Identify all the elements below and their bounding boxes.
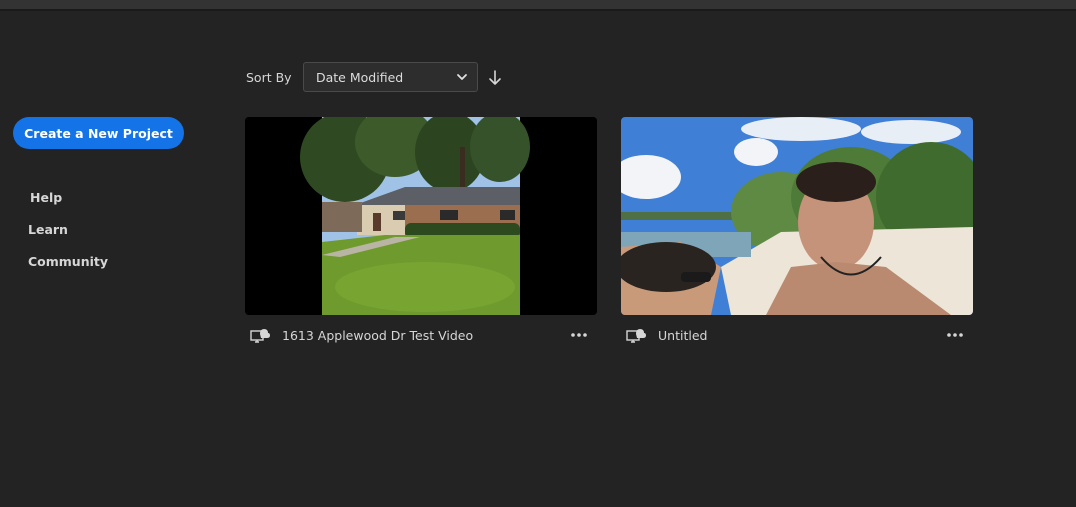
sort-direction-arrow-icon[interactable] [486, 68, 504, 88]
sidebar-item-help[interactable]: Help [30, 188, 108, 220]
sidebar-nav: Help Learn Community [28, 188, 108, 284]
create-new-project-button[interactable]: Create a New Project [13, 117, 184, 149]
sort-dropdown[interactable]: Date Modified [303, 62, 478, 92]
cloud-computer-icon [250, 329, 270, 343]
project-card[interactable]: Untitled [621, 117, 973, 355]
top-bar [0, 0, 1076, 11]
more-options-icon[interactable] [569, 327, 589, 343]
beach-video-thumbnail [621, 117, 973, 315]
house-video-thumbnail [245, 117, 597, 315]
project-thumbnail[interactable] [621, 117, 973, 315]
more-options-icon[interactable] [945, 327, 965, 343]
sidebar-item-learn[interactable]: Learn [28, 220, 108, 252]
project-thumbnail[interactable] [245, 117, 597, 315]
project-title[interactable]: 1613 Applewood Dr Test Video [282, 328, 473, 343]
project-title[interactable]: Untitled [658, 328, 707, 343]
chevron-down-icon [457, 74, 467, 80]
sort-by-label: Sort By [246, 70, 292, 85]
cloud-computer-icon [626, 329, 646, 343]
sidebar-item-community[interactable]: Community [28, 252, 108, 284]
project-card[interactable]: 1613 Applewood Dr Test Video [245, 117, 597, 355]
sort-selected-value: Date Modified [316, 69, 404, 85]
